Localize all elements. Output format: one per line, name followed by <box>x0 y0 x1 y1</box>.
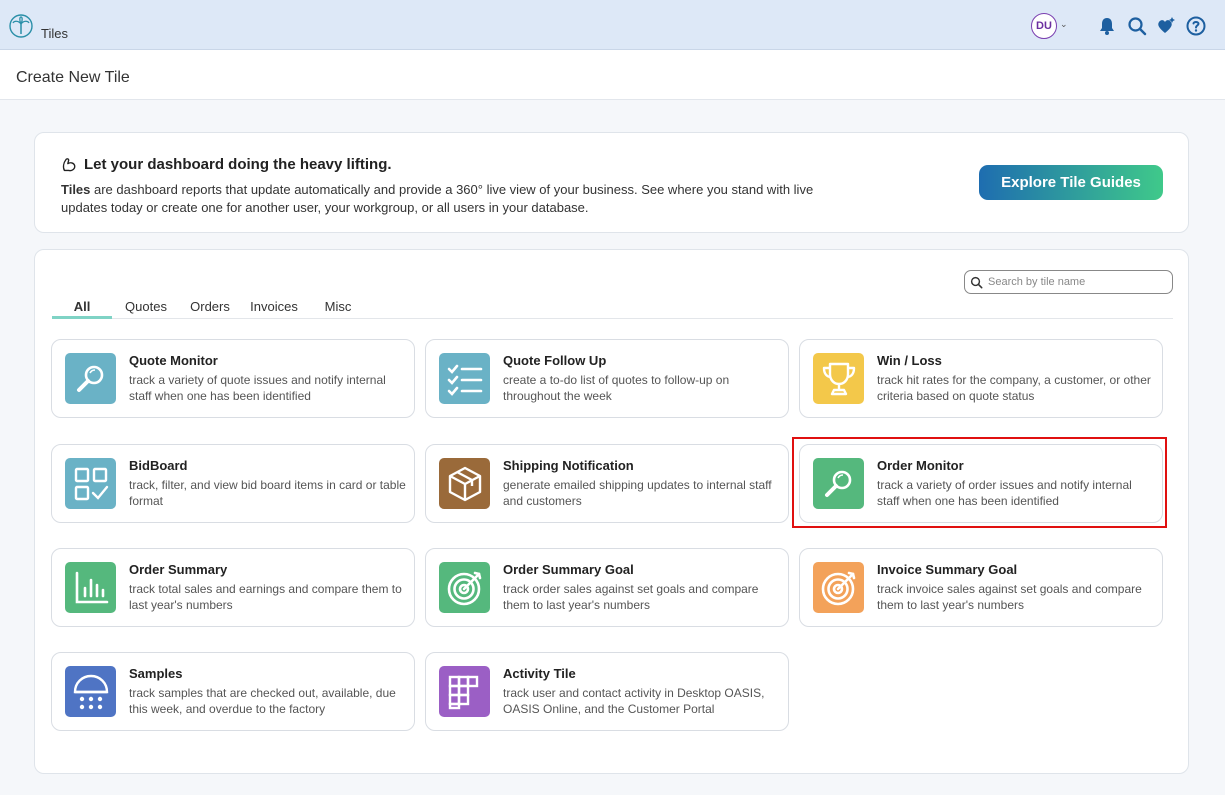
tile-win-loss[interactable]: Win / Loss track hit rates for the compa… <box>799 339 1163 418</box>
tile-bidboard[interactable]: BidBoard track, filter, and view bid boa… <box>51 444 415 523</box>
tile-title: Quote Follow Up <box>503 353 607 368</box>
tile-invoice-summary-goal[interactable]: Invoice Summary Goal track invoice sales… <box>799 548 1163 627</box>
user-avatar[interactable]: DU <box>1031 13 1057 39</box>
bidboard-icon <box>65 458 116 509</box>
tile-search-box[interactable] <box>964 270 1173 294</box>
intro-card: Let your dashboard doing the heavy lifti… <box>34 132 1189 233</box>
top-bar: Tiles DU ⌄ <box>0 0 1225 50</box>
flexed-arm-icon <box>62 158 76 172</box>
tile-title: Invoice Summary Goal <box>877 562 1018 577</box>
tile-order-summary-goal[interactable]: Order Summary Goal track order sales aga… <box>425 548 789 627</box>
help-icon[interactable] <box>1186 16 1206 36</box>
intro-text: are dashboard reports that update automa… <box>61 182 814 215</box>
tile-description: track samples that are checked out, avai… <box>129 686 396 716</box>
tile-quote-follow-up[interactable]: Quote Follow Up create a to-do list of q… <box>425 339 789 418</box>
tile-quote-monitor[interactable]: Quote Monitor track a variety of quote i… <box>51 339 415 418</box>
tab-quotes[interactable]: Quotes <box>118 299 174 319</box>
search-icon <box>970 276 983 288</box>
tile-activity[interactable]: Activity Tile track user and contact act… <box>425 652 789 731</box>
activity-grid-icon <box>439 666 490 717</box>
tile-search-input[interactable] <box>988 276 1168 288</box>
tile-title: BidBoard <box>129 458 188 473</box>
search-icon[interactable] <box>1127 16 1147 36</box>
tile-description: track, filter, and view bid board items … <box>129 478 406 508</box>
tile-description: track invoice sales against set goals an… <box>877 582 1142 612</box>
tile-description: track hit rates for the company, a custo… <box>877 373 1151 403</box>
tile-title: Quote Monitor <box>129 353 218 368</box>
target-icon <box>439 562 490 613</box>
target-icon <box>813 562 864 613</box>
intro-heading-text: Let your dashboard doing the heavy lifti… <box>84 156 392 173</box>
tile-title: Win / Loss <box>877 353 942 368</box>
category-tabs: All Quotes Orders Invoices Misc <box>52 299 1173 319</box>
explore-tile-guides-button[interactable]: Explore Tile Guides <box>979 165 1163 200</box>
intro-bold-word: Tiles <box>61 182 91 197</box>
tab-misc[interactable]: Misc <box>318 299 358 319</box>
tile-shipping-notification[interactable]: Shipping Notification generate emailed s… <box>425 444 789 523</box>
tab-invoices[interactable]: Invoices <box>244 299 304 319</box>
tile-title: Order Summary Goal <box>503 562 634 577</box>
highlight-box <box>792 437 1167 528</box>
heart-sparkle-icon[interactable] <box>1156 16 1176 36</box>
bar-chart-icon <box>65 562 116 613</box>
intro-heading: Let your dashboard doing the heavy lifti… <box>61 156 392 173</box>
tile-title: Order Summary <box>129 562 228 577</box>
tile-title: Shipping Notification <box>503 458 634 473</box>
app-name: Tiles <box>41 26 68 41</box>
tab-all[interactable]: All <box>52 299 112 319</box>
tile-title: Samples <box>129 666 183 681</box>
tile-description: generate emailed shipping updates to int… <box>503 478 772 508</box>
intro-description: Tiles are dashboard reports that update … <box>61 181 841 217</box>
tile-order-summary[interactable]: Order Summary track total sales and earn… <box>51 548 415 627</box>
chevron-down-icon[interactable]: ⌄ <box>1060 19 1068 30</box>
trophy-icon <box>813 353 864 404</box>
palm-logo-icon[interactable] <box>9 14 33 38</box>
tile-description: create a to-do list of quotes to follow-… <box>503 373 730 403</box>
samples-icon <box>65 666 116 717</box>
tile-samples[interactable]: Samples track samples that are checked o… <box>51 652 415 731</box>
tile-description: track a variety of quote issues and noti… <box>129 373 386 403</box>
checklist-icon <box>439 353 490 404</box>
tile-title: Activity Tile <box>503 666 576 681</box>
tile-description: track order sales against set goals and … <box>503 582 759 612</box>
bell-icon[interactable] <box>1097 16 1117 36</box>
package-icon <box>439 458 490 509</box>
tile-description: track user and contact activity in Deskt… <box>503 686 765 716</box>
tile-description: track total sales and earnings and compa… <box>129 582 402 612</box>
page-title: Create New Tile <box>16 69 130 86</box>
page-header: Create New Tile <box>0 50 1225 100</box>
magnifier-icon <box>65 353 116 404</box>
tab-orders[interactable]: Orders <box>184 299 236 319</box>
